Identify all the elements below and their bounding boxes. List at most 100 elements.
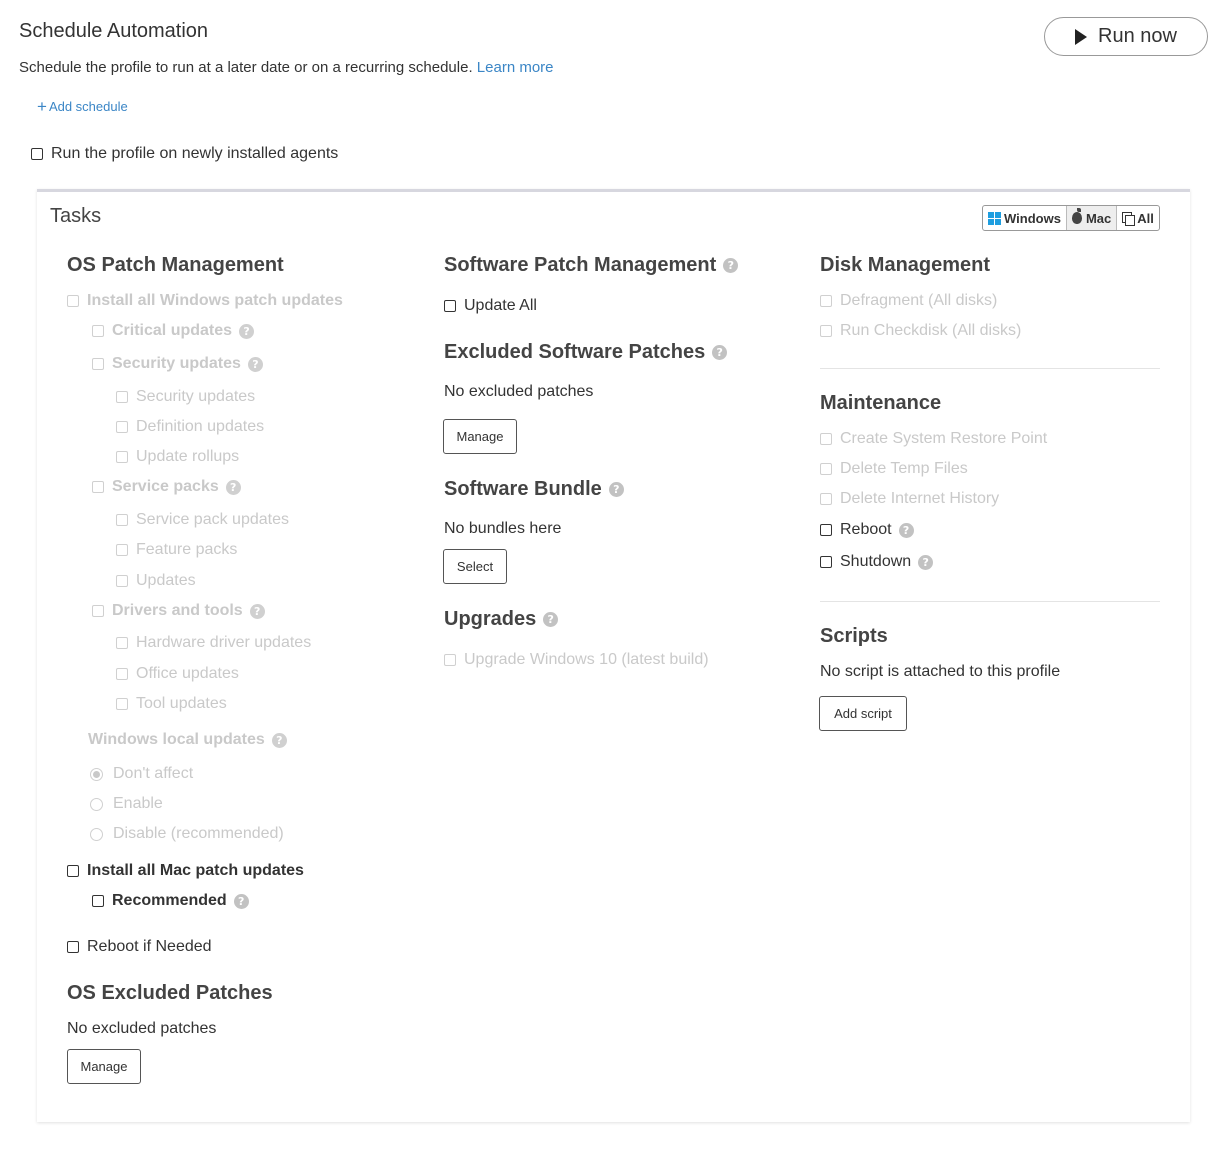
os-filter-all[interactable]: All [1116,206,1159,230]
help-icon[interactable]: ? [271,732,287,748]
os-filter-mac[interactable]: Mac [1065,206,1117,230]
mac-label: Mac [1085,210,1112,226]
os-excluded-title: OS Excluded Patches [67,982,273,1004]
add-schedule-link[interactable]: + Add schedule [37,97,128,117]
checkbox-box[interactable] [92,605,104,617]
critical-updates-checkbox[interactable]: Critical updates? [92,322,255,340]
checkbox-label: Recommended [112,892,227,909]
help-icon[interactable]: ? [723,258,739,273]
hardware-driver-updates-checkbox[interactable]: Hardware driver updates [116,634,311,652]
all-label: All [1137,210,1154,226]
checkbox-label: Reboot [840,521,892,538]
checkbox-label: Create System Restore Point [840,430,1048,447]
checkbox-box[interactable] [116,421,128,433]
restore-point-checkbox[interactable]: Create System Restore Point [820,430,1047,448]
help-icon[interactable]: ? [543,612,559,627]
checkbox-box[interactable] [116,575,128,587]
checkbox-box[interactable] [820,556,832,568]
upgrade-win10-checkbox[interactable]: Upgrade Windows 10 (latest build) [444,651,709,669]
help-icon[interactable]: ? [239,323,255,339]
shutdown-checkbox[interactable]: Shutdown? [820,553,934,571]
checkbox-box[interactable] [116,451,128,463]
os-patch-title: OS Patch Management [67,254,284,276]
checkbox-box[interactable] [820,433,832,445]
help-icon[interactable]: ? [247,356,263,372]
reboot-if-needed-checkbox[interactable]: Reboot if Needed [67,938,212,956]
checkbox-box[interactable] [820,463,832,475]
security-updates-group-checkbox[interactable]: Security updates? [92,355,263,373]
os-excluded-empty: No excluded patches [67,1020,217,1037]
checkbox-box[interactable] [444,654,456,666]
os-filter-windows[interactable]: Windows [983,206,1066,230]
bundle-select-button[interactable]: Select [443,549,507,584]
os-excluded-manage-button[interactable]: Manage [67,1049,141,1084]
checkbox-label: Security updates [136,388,256,405]
checkbox-label: Delete Temp Files [840,460,968,477]
radio-button[interactable] [90,797,103,811]
help-icon[interactable]: ? [249,603,265,619]
help-icon[interactable]: ? [712,345,728,360]
checkbox-box[interactable] [67,295,79,307]
install-all-mac-checkbox[interactable]: Install all Mac patch updates [67,862,304,880]
office-updates-checkbox[interactable]: Office updates [116,665,239,683]
run-now-button[interactable]: Run now [1044,17,1208,56]
defragment-checkbox[interactable]: Defragment (All disks) [820,292,997,310]
checkbox-box[interactable] [31,148,43,160]
checkbox-box[interactable] [444,300,456,312]
checkdisk-checkbox[interactable]: Run Checkdisk (All disks) [820,322,1021,340]
checkbox-box[interactable] [116,668,128,680]
reboot-checkbox[interactable]: Reboot? [820,521,914,539]
checkbox-box[interactable] [92,481,104,493]
local-updates-radio-enable[interactable]: Enable [90,795,163,813]
page-title: Schedule Automation [19,20,209,42]
install-all-windows-checkbox[interactable]: Install all Windows patch updates [67,292,343,310]
excluded-software-manage-button[interactable]: Manage [443,419,517,454]
checkbox-box[interactable] [116,637,128,649]
checkbox-box[interactable] [116,544,128,556]
checkbox-box[interactable] [92,325,104,337]
software-bundle-title: Software Bundle? [444,478,624,501]
update-rollups-checkbox[interactable]: Update rollups [116,448,239,466]
checkbox-label: Service packs [112,478,219,495]
service-packs-checkbox[interactable]: Service packs? [92,478,241,496]
checkbox-box[interactable] [92,358,104,370]
checkbox-box[interactable] [116,698,128,710]
checkbox-box[interactable] [67,865,79,877]
windows-local-updates-label: Windows local updates? [88,731,287,749]
checkbox-box[interactable] [820,524,832,536]
checkbox-box[interactable] [820,295,832,307]
feature-packs-checkbox[interactable]: Feature packs [116,541,237,559]
help-icon[interactable]: ? [608,482,624,497]
service-pack-updates-checkbox[interactable]: Service pack updates [116,511,289,529]
internet-history-checkbox[interactable]: Delete Internet History [820,490,999,508]
help-icon[interactable]: ? [233,893,249,909]
checkbox-box[interactable] [820,325,832,337]
radio-button[interactable] [90,767,103,781]
definition-updates-checkbox[interactable]: Definition updates [116,418,264,436]
run-on-new-agents-checkbox[interactable]: Run the profile on newly installed agent… [31,145,338,163]
updates-checkbox[interactable]: Updates [116,572,196,590]
section-title-text: Excluded Software Patches [444,341,706,363]
checkbox-box[interactable] [116,391,128,403]
recommended-checkbox[interactable]: Recommended? [92,892,249,910]
temp-files-checkbox[interactable]: Delete Temp Files [820,460,968,478]
learn-more-link[interactable]: Learn more [477,59,554,76]
drivers-tools-checkbox[interactable]: Drivers and tools? [92,602,265,620]
plus-icon: + [37,97,47,116]
help-icon[interactable]: ? [898,522,914,538]
excluded-software-empty: No excluded patches [444,383,594,400]
checkbox-box[interactable] [820,493,832,505]
help-icon[interactable]: ? [918,554,934,570]
local-updates-radio-dont-affect[interactable]: Don't affect [90,765,193,783]
update-all-checkbox[interactable]: Update All [444,297,537,315]
checkbox-box[interactable] [67,941,79,953]
add-script-button[interactable]: Add script [819,696,907,731]
local-updates-radio-disable[interactable]: Disable (recommended) [90,825,284,843]
section-title-text: Software Patch Management [444,254,717,276]
radio-button[interactable] [90,827,103,841]
tool-updates-checkbox[interactable]: Tool updates [116,695,227,713]
checkbox-box[interactable] [92,895,104,907]
help-icon[interactable]: ? [225,479,241,495]
checkbox-box[interactable] [116,514,128,526]
security-sub-checkbox[interactable]: Security updates [116,388,255,406]
